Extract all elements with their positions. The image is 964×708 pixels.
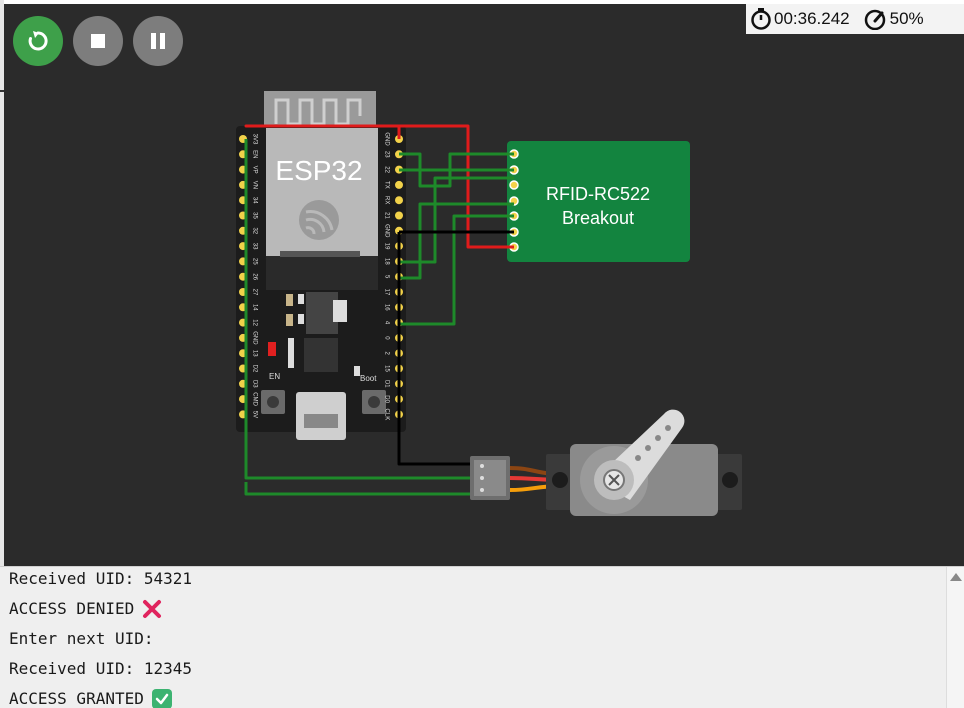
cross-mark-icon (142, 599, 162, 619)
serial-line-text: Received UID: 12345 (9, 659, 193, 678)
serial-line-text: ACCESS DENIED (9, 599, 135, 618)
esp32-pin-label-left: 25 (251, 258, 257, 265)
serial-scrollbar[interactable] (946, 567, 964, 708)
stopwatch-icon (751, 8, 771, 30)
pause-icon (151, 33, 165, 49)
esp32-pin-label-right: GND (383, 132, 389, 146)
servo-motor[interactable] (470, 409, 742, 516)
esp32-pin-right[interactable] (395, 196, 403, 205)
simulation-status: 00:36.242 50% (746, 4, 964, 34)
esp32-pin-label-left: D2 (251, 365, 257, 373)
serial-output: Received UID: 54321 ACCESS DENIED Enter … (9, 564, 939, 708)
esp32-pin-label-right: 19 (383, 243, 389, 250)
esp32-pin-label-left: VP (251, 166, 257, 174)
rfid-label-line2: Breakout (562, 208, 634, 228)
esp32-pin-label-left: CMD (251, 392, 257, 406)
wire-black-servo (397, 232, 472, 466)
serial-line: ACCESS GRANTED (9, 684, 939, 708)
wire-green-servo-2 (244, 482, 472, 496)
wire-green-3 (399, 176, 514, 264)
stop-button[interactable] (73, 16, 123, 66)
esp32-pin-label-right: D1 (383, 380, 389, 388)
restart-button[interactable] (13, 16, 63, 66)
esp32-pin-label-right: GND (383, 224, 389, 238)
esp32-pin-label-right: 18 (383, 258, 389, 265)
speed-value: 50% (889, 9, 924, 28)
esp32-pin-label-left: 35 (251, 212, 257, 219)
serial-line: Enter next UID: (9, 624, 939, 654)
timer-readout: 00:36.242 (750, 8, 850, 30)
esp32-pin-label-right: 21 (383, 212, 389, 219)
esp32-pin-right[interactable] (395, 180, 403, 189)
esp32-pin-label-right: D0 (383, 395, 389, 403)
scroll-up-arrow-icon[interactable] (950, 573, 962, 581)
esp32-pin-right[interactable] (395, 211, 403, 220)
esp32-pin-label-left: GND (251, 331, 257, 345)
esp32-pin-label-left: 34 (251, 197, 257, 204)
esp32-pin-label-left: 3V3 (251, 134, 257, 145)
boot-label: Boot (360, 374, 377, 383)
esp32-pin-label-right: 17 (383, 289, 389, 296)
esp32-pin-label-right: 16 (383, 304, 389, 311)
simulation-canvas[interactable]: ESP32 EN Boot 3V3 EN VP VN 34 35 32 33 25 26 27 14 1… (4, 4, 964, 566)
esp32-pin-label-right: TX (383, 181, 389, 189)
esp32-pin-label-right: 15 (383, 365, 389, 372)
serial-line: Received UID: 12345 (9, 654, 939, 684)
speed-readout: 50% (862, 8, 924, 30)
speedometer-icon (864, 9, 885, 30)
timer-value: 00:36.242 (774, 9, 850, 28)
serial-line: ACCESS DENIED (9, 594, 939, 624)
esp32-label: ESP32 (275, 155, 362, 186)
esp32-pin-label-left: 14 (251, 304, 257, 311)
serial-line-text: ACCESS GRANTED (9, 689, 144, 708)
esp32-pin-label-left: VN (251, 181, 257, 189)
esp32-pin-label-right: 23 (383, 151, 389, 158)
red-led (268, 342, 276, 356)
usb-chip (304, 338, 338, 372)
circuit-diagram: ESP32 EN Boot 3V3 EN VP VN 34 35 32 33 25 26 27 14 1… (236, 91, 742, 516)
esp32-pin-label-right: RX (383, 196, 389, 204)
serial-line-text: Received UID: 54321 (9, 569, 193, 588)
pause-button[interactable] (133, 16, 183, 66)
rfid-label-line1: RFID-RC522 (546, 184, 650, 204)
esp32-pin-label-left: D3 (251, 380, 257, 388)
esp32-pin-label-right: CLK (383, 409, 389, 421)
esp32-pin-label-left: 26 (251, 273, 257, 280)
check-mark-icon (151, 689, 172, 708)
esp32-pin-label-left: 27 (251, 289, 257, 296)
stop-icon (91, 34, 105, 48)
esp32-pin-label-left: 13 (251, 350, 257, 357)
esp32-pin-label-left: 5V (251, 411, 257, 418)
serial-monitor[interactable]: Received UID: 54321 ACCESS DENIED Enter … (0, 566, 964, 708)
esp32-module-base (266, 256, 378, 290)
serial-line: Received UID: 54321 (9, 564, 939, 594)
esp32-pin-label-left: 33 (251, 243, 257, 250)
serial-line-text: Enter next UID: (9, 629, 154, 648)
esp32-pin-label-left: EN (251, 150, 257, 158)
esp32-pin-label-right: 22 (383, 166, 389, 173)
espressif-logo-icon (299, 200, 339, 240)
esp32-pin-label-left: 32 (251, 227, 257, 234)
restart-icon (28, 31, 48, 51)
esp32-pin-label-left: 12 (251, 319, 257, 326)
en-label: EN (269, 372, 280, 381)
